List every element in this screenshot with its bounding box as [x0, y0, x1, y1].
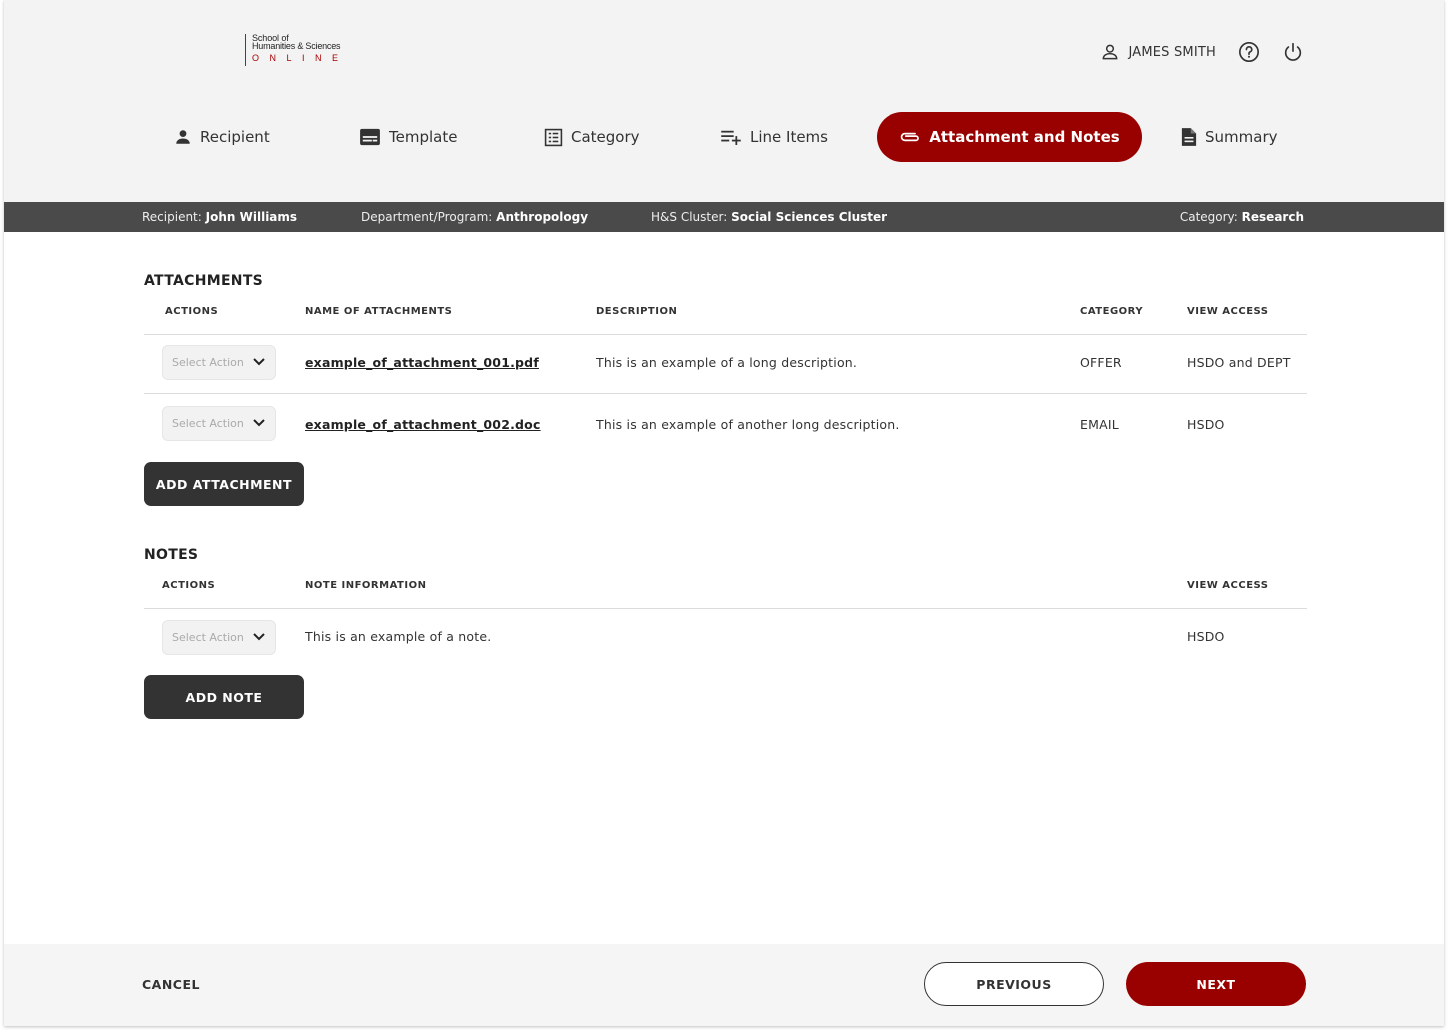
info-value: Social Sciences Cluster — [731, 210, 888, 224]
th-name: NAME OF ATTACHMENTS — [305, 306, 453, 317]
note-information: This is an example of a note. — [305, 629, 492, 644]
person-icon — [176, 130, 190, 144]
attachment-category: EMAIL — [1080, 417, 1119, 432]
select-action-dropdown[interactable]: Select Action — [162, 345, 276, 380]
footer: CANCEL PREVIOUS NEXT — [4, 944, 1444, 1026]
user-area: JAMES SMITH — [1100, 40, 1304, 64]
info-department: Department/Program: Anthropology — [361, 202, 588, 232]
document-icon — [1181, 128, 1197, 146]
context-info-bar: Recipient: John Williams Department/Prog… — [4, 202, 1444, 232]
attachment-view-access: HSDO and DEPT — [1187, 355, 1291, 370]
tab-template[interactable]: Template — [359, 112, 457, 162]
attachment-view-access: HSDO — [1187, 417, 1225, 432]
next-button[interactable]: NEXT — [1126, 962, 1306, 1006]
divider — [144, 608, 1307, 609]
th-actions: ACTIONS — [165, 306, 219, 317]
playlist-add-icon — [721, 130, 741, 145]
user-name[interactable]: JAMES SMITH — [1128, 45, 1216, 60]
paperclip-icon — [901, 132, 920, 142]
tab-label: Summary — [1205, 128, 1278, 146]
tab-label: Recipient — [200, 128, 270, 146]
select-placeholder: Select Action — [172, 356, 244, 369]
tab-label: Line Items — [750, 128, 828, 146]
tab-line-items[interactable]: Line Items — [720, 112, 828, 162]
list-box-icon — [544, 128, 563, 146]
attachment-link[interactable]: example_of_attachment_002.doc — [305, 417, 541, 432]
previous-button[interactable]: PREVIOUS — [924, 962, 1104, 1006]
chevron-down-icon — [253, 358, 265, 366]
select-action-dropdown[interactable]: Select Action — [162, 406, 276, 441]
th-note-information: NOTE INFORMATION — [305, 580, 427, 591]
tab-summary[interactable]: Summary — [1181, 112, 1278, 162]
attachment-category: OFFER — [1080, 355, 1122, 370]
info-value: Research — [1241, 210, 1304, 224]
select-placeholder: Select Action — [172, 417, 244, 430]
th-view-access: VIEW ACCESS — [1187, 306, 1269, 317]
user-icon — [1103, 44, 1118, 60]
tab-label: Template — [389, 128, 458, 146]
chevron-down-icon — [253, 419, 265, 427]
th-category: CATEGORY — [1080, 306, 1144, 317]
info-label: H&S Cluster: — [651, 210, 728, 224]
th-actions: ACTIONS — [162, 580, 216, 591]
select-action-dropdown[interactable]: Select Action — [162, 620, 276, 655]
power-icon[interactable] — [1282, 41, 1304, 63]
info-recipient: Recipient: John Williams — [142, 202, 297, 232]
info-value: Anthropology — [496, 210, 589, 224]
logo-online: ONLINE — [252, 53, 349, 63]
select-placeholder: Select Action — [172, 631, 244, 644]
header: School of Humanities & Sciences ONLINE J… — [4, 0, 1444, 202]
tab-category[interactable]: Category — [544, 112, 640, 162]
app-frame: School of Humanities & Sciences ONLINE J… — [4, 0, 1444, 1026]
attachments-title: ATTACHMENTS — [144, 273, 264, 289]
help-icon[interactable] — [1238, 41, 1260, 63]
logo-line2: Humanities & Sciences — [252, 41, 341, 51]
logo: School of Humanities & Sciences ONLINE — [245, 34, 349, 66]
template-icon — [360, 128, 380, 146]
info-value: John Williams — [205, 210, 298, 224]
th-view-access: VIEW ACCESS — [1187, 580, 1269, 591]
info-cluster: H&S Cluster: Social Sciences Cluster — [651, 202, 887, 232]
info-category: Category: Research — [1180, 202, 1304, 232]
notes-title: NOTES — [144, 547, 199, 563]
attachment-description: This is an example of a long description… — [596, 355, 858, 370]
attachment-link[interactable]: example_of_attachment_001.pdf — [305, 355, 539, 370]
tab-label: Attachment and Notes — [929, 128, 1120, 146]
add-note-button[interactable]: ADD NOTE — [144, 675, 304, 719]
wizard-tabs: Recipient Template Category Line Items A… — [4, 112, 1444, 162]
divider — [144, 393, 1307, 394]
info-label: Category: — [1179, 210, 1238, 224]
add-attachment-button[interactable]: ADD ATTACHMENT — [144, 462, 304, 506]
info-label: Department/Program: — [361, 210, 493, 224]
th-description: DESCRIPTION — [596, 306, 678, 317]
info-label: Recipient: — [142, 210, 202, 224]
tab-attachment-and-notes[interactable]: Attachment and Notes — [877, 112, 1142, 162]
divider — [144, 334, 1307, 335]
note-view-access: HSDO — [1187, 629, 1225, 644]
tab-recipient[interactable]: Recipient — [174, 112, 270, 162]
chevron-down-icon — [253, 633, 265, 641]
tab-label: Category — [571, 128, 640, 146]
cancel-button[interactable]: CANCEL — [142, 977, 200, 992]
attachment-description: This is an example of another long descr… — [596, 417, 900, 432]
